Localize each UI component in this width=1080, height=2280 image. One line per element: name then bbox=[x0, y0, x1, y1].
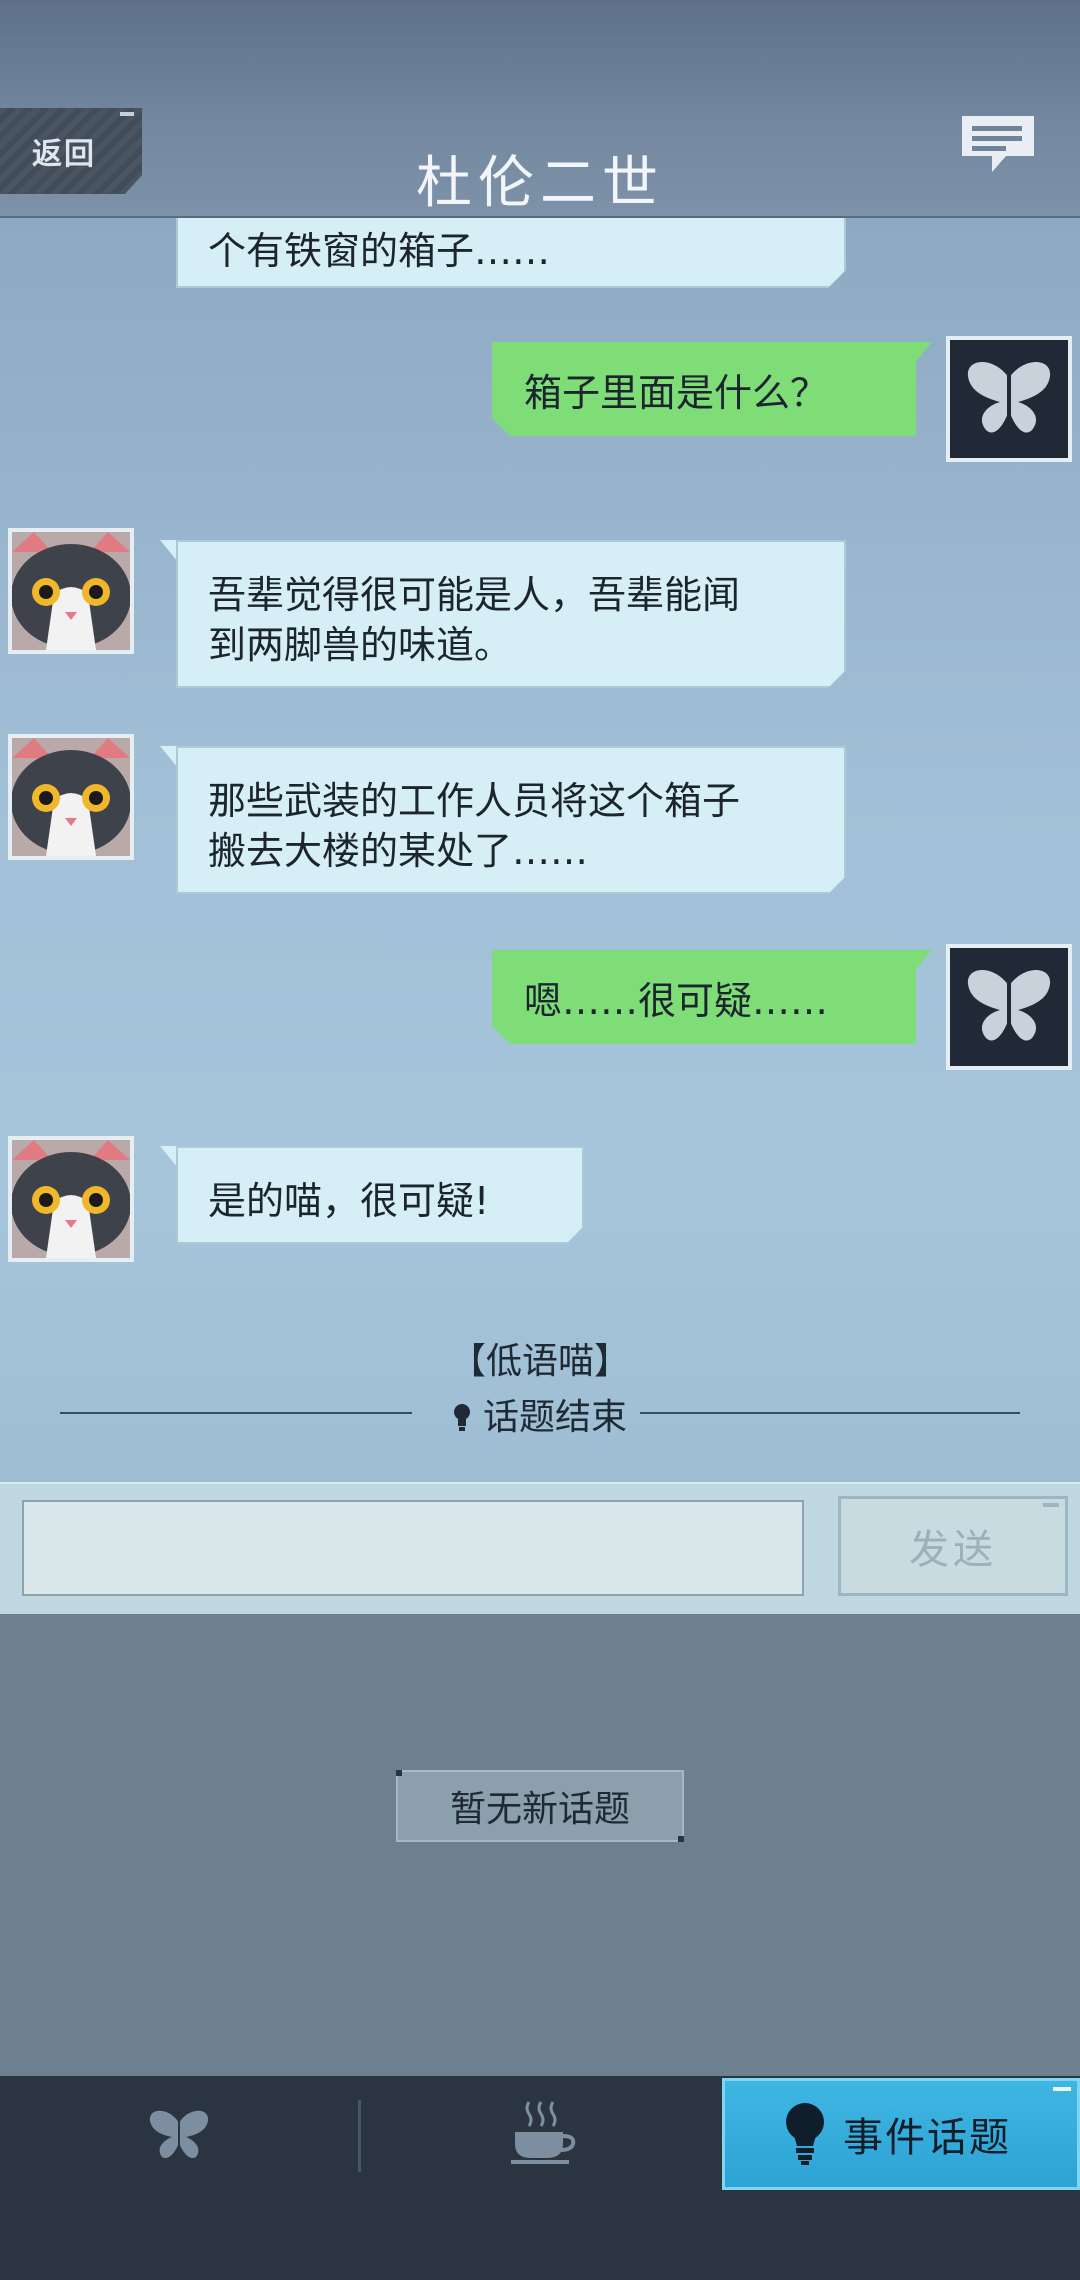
topic-end-divider: 话题结束 bbox=[60, 1388, 1020, 1438]
cat-face-icon bbox=[12, 1140, 130, 1258]
topic-panel: 暂无新话题 bbox=[0, 1614, 1080, 2076]
message-bubble-incoming: 那些武装的工作人员将这个箱子 搬去大楼的某处了…… bbox=[176, 746, 846, 894]
cat-face-icon bbox=[12, 738, 130, 856]
message-input[interactable] bbox=[22, 1500, 804, 1596]
message-text-line: 搬去大楼的某处了…… bbox=[208, 829, 589, 873]
input-bar: 发送 bbox=[0, 1482, 1080, 1614]
topic-end-label: 话题结束 bbox=[60, 1388, 1020, 1440]
cat-avatar[interactable] bbox=[8, 528, 134, 654]
send-button[interactable]: 发送 bbox=[838, 1496, 1068, 1596]
butterfly-icon bbox=[149, 2110, 209, 2159]
header-bar: 返回 杜伦二世 bbox=[0, 0, 1080, 218]
message-text: 个有铁窗的箱子…… bbox=[208, 229, 551, 273]
message-text-line: 到两脚兽的味道。 bbox=[208, 623, 513, 667]
speaker-tag: 【低语喵】 bbox=[449, 1341, 630, 1382]
butterfly-icon bbox=[967, 362, 1051, 433]
player-avatar[interactable] bbox=[946, 944, 1072, 1070]
message-text-line: 那些武装的工作人员将这个箱子 bbox=[208, 779, 741, 823]
message-bubble-incoming: 是的喵，很可疑! bbox=[176, 1146, 584, 1244]
message-bubble-outgoing: 嗯……很可疑…… bbox=[492, 950, 916, 1044]
message-list-icon[interactable] bbox=[958, 112, 1038, 178]
message-text: 嗯……很可疑…… bbox=[524, 979, 829, 1023]
player-avatar[interactable] bbox=[946, 336, 1072, 462]
chat-area[interactable]: 个有铁窗的箱子…… 箱子里面是什么？ 吾辈觉得很可能是人，吾辈能闻 到两脚兽的味… bbox=[0, 218, 1080, 1482]
page-title: 杜伦二世 bbox=[416, 151, 664, 216]
cat-avatar[interactable] bbox=[8, 1136, 134, 1262]
no-topic-badge: 暂无新话题 bbox=[396, 1770, 684, 1842]
message-text: 是的喵，很可疑! bbox=[208, 1179, 490, 1223]
message-text-line: 吾辈觉得很可能是人，吾辈能闻 bbox=[208, 573, 741, 617]
bubble-tail bbox=[160, 540, 178, 562]
lightbulb-icon bbox=[453, 1404, 470, 1431]
message-bubble-incoming: 个有铁窗的箱子…… bbox=[176, 218, 846, 288]
bubble-tail bbox=[914, 950, 932, 972]
nav-divider bbox=[358, 2100, 361, 2172]
nav-tab-butterfly[interactable] bbox=[0, 2076, 358, 2190]
nav-tab-event-topics[interactable]: 事件话题 bbox=[722, 2078, 1080, 2190]
nav-tab-event-topics-label: 事件话题 bbox=[843, 2115, 1011, 2161]
bottom-nav: 事件话题 bbox=[0, 2076, 1080, 2280]
message-bubble-incoming: 吾辈觉得很可能是人，吾辈能闻 到两脚兽的味道。 bbox=[176, 540, 846, 688]
divider-line bbox=[640, 1412, 1020, 1414]
lightbulb-icon bbox=[786, 2103, 824, 2165]
message-text: 箱子里面是什么？ bbox=[524, 371, 829, 415]
bubble-tail bbox=[160, 1146, 178, 1168]
bubble-tail bbox=[914, 342, 932, 364]
nav-tab-coffee[interactable] bbox=[362, 2076, 722, 2190]
cat-avatar[interactable] bbox=[8, 734, 134, 860]
butterfly-icon bbox=[967, 970, 1051, 1041]
send-button-label: 发送 bbox=[909, 1527, 997, 1573]
message-bubble-outgoing: 箱子里面是什么？ bbox=[492, 342, 916, 436]
coffee-cup-icon bbox=[511, 2101, 576, 2164]
no-topic-label: 暂无新话题 bbox=[449, 1789, 630, 1830]
cat-face-icon bbox=[12, 532, 130, 650]
bubble-tail bbox=[160, 746, 178, 768]
